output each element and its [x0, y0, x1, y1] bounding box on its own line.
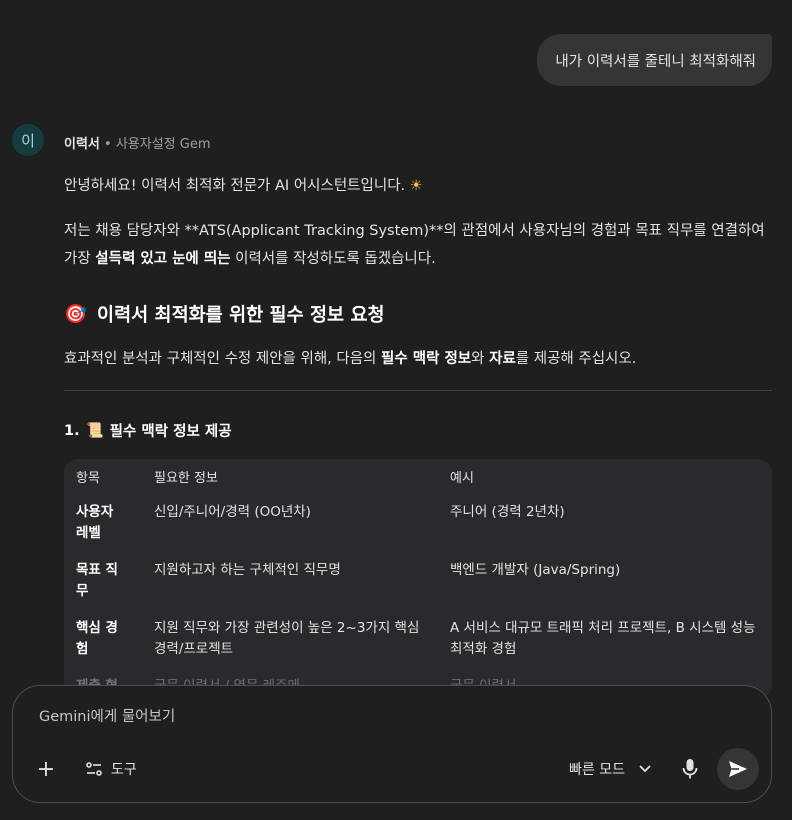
gem-subtitle: 사용자설정 Gem — [115, 137, 211, 152]
column-header: 필요한 정보 — [154, 471, 218, 486]
request-text-2: 와 — [471, 351, 490, 367]
gem-separator: • — [99, 137, 116, 152]
tools-button[interactable]: 도구 — [85, 759, 137, 779]
subsection-heading: 1. 📜 필수 맥락 정보 제공 — [64, 420, 232, 441]
table-cell-info: 신입/주니어/경력 (OO년차) — [154, 504, 311, 520]
table-cell-info: 지원 직무와 가장 관련성이 높은 2~3가지 핵심 경력/프로젝트 — [154, 620, 420, 657]
table-cell-item: 목표 직무 — [76, 562, 118, 599]
table-row: 사용자 레벨 신입/주니어/경력 (OO년차) 주니어 (경력 2년차) — [64, 494, 772, 552]
mode-selector[interactable]: 빠른 모드 — [569, 759, 651, 779]
mode-label: 빠른 모드 — [569, 762, 625, 778]
section-heading: 🎯 이력서 최적화를 위한 필수 정보 요청 — [64, 301, 385, 327]
gem-avatar-letter: 이 — [21, 131, 35, 150]
table-cell-info: 지원하고자 하는 구체적인 직무명 — [154, 562, 341, 578]
subsection-title: 필수 맥락 정보 제공 — [109, 424, 232, 440]
column-header: 항목 — [76, 471, 100, 486]
tools-icon — [86, 762, 102, 776]
request-bold-1: 필수 맥락 정보 — [381, 351, 472, 367]
table-cell-example: 주니어 (경력 2년차) — [450, 504, 565, 520]
table-cell-item: 사용자 레벨 — [76, 504, 114, 541]
user-message-text: 내가 이력서를 줄테니 최적화해줘 — [555, 53, 756, 70]
gem-header: 이력서 • 사용자설정 Gem — [64, 133, 211, 152]
intro-bold: 설득력 있고 눈에 띄는 — [95, 251, 231, 267]
divider — [64, 390, 772, 391]
chat-page: 내가 이력서를 줄테니 최적화해줘 이 이력서 • 사용자설정 Gem 안녕하세… — [0, 0, 792, 820]
table-cell-example: 백엔드 개발자 (Java/Spring) — [450, 562, 621, 578]
info-table: 항목 필요한 정보 예시 사용자 레벨 신입/주니어/경력 (OO년차) 주니어… — [64, 459, 772, 699]
column-header: 예시 — [450, 471, 474, 486]
microphone-icon — [682, 759, 698, 779]
table-row: 목표 직무 지원하고자 하는 구체적인 직무명 백엔드 개발자 (Java/Sp… — [64, 552, 772, 610]
gem-avatar: 이 — [12, 124, 44, 156]
table-cell-item: 핵심 경험 — [76, 620, 118, 657]
table-cell-example: A 서비스 대규모 트래픽 처리 프로젝트, B 시스템 성능 최적화 경험 — [450, 620, 756, 657]
prompt-input[interactable] — [37, 708, 561, 726]
subsection-number: 1. — [64, 422, 80, 439]
prompt-composer: + 도구 빠른 모드 — [12, 685, 772, 803]
gem-name: 이력서 — [64, 137, 100, 152]
target-icon: 🎯 — [64, 304, 88, 325]
greeting-paragraph: 안녕하세요! 이력서 최적화 전문가 AI 어시스턴트입니다. ☀ — [64, 172, 772, 200]
request-bold-2: 자료 — [489, 351, 516, 367]
scroll-icon: 📜 — [85, 423, 104, 439]
request-paragraph: 효과적인 분석과 구체적인 수정 제안을 위해, 다음의 필수 맥락 정보와 자… — [64, 345, 772, 373]
plus-icon: + — [36, 757, 56, 782]
add-button[interactable]: + — [35, 759, 57, 781]
request-text-1: 효과적인 분석과 구체적인 수정 제안을 위해, 다음의 — [64, 351, 382, 367]
chevron-down-icon — [639, 765, 651, 773]
microphone-button[interactable] — [681, 758, 699, 780]
intro-paragraph: 저는 채용 담당자와 **ATS(Applicant Tracking Syst… — [64, 217, 772, 273]
greeting-text: 안녕하세요! 이력서 최적화 전문가 AI 어시스턴트입니다. — [64, 178, 406, 194]
send-icon — [729, 761, 747, 777]
tools-label: 도구 — [111, 762, 137, 778]
table-row: 핵심 경험 지원 직무와 가장 관련성이 높은 2~3가지 핵심 경력/프로젝트… — [64, 610, 772, 668]
request-text-3: 를 제공해 주십시오. — [515, 351, 637, 367]
user-message-bubble: 내가 이력서를 줄테니 최적화해줘 — [537, 34, 772, 86]
table-header-row: 항목 필요한 정보 예시 — [64, 459, 772, 494]
sun-icon: ☀ — [409, 178, 423, 194]
intro-text-2: 이력서를 작성하도록 돕겠습니다. — [230, 251, 436, 267]
section-title: 이력서 최적화를 위한 필수 정보 요청 — [97, 305, 385, 326]
send-button[interactable] — [717, 748, 759, 790]
